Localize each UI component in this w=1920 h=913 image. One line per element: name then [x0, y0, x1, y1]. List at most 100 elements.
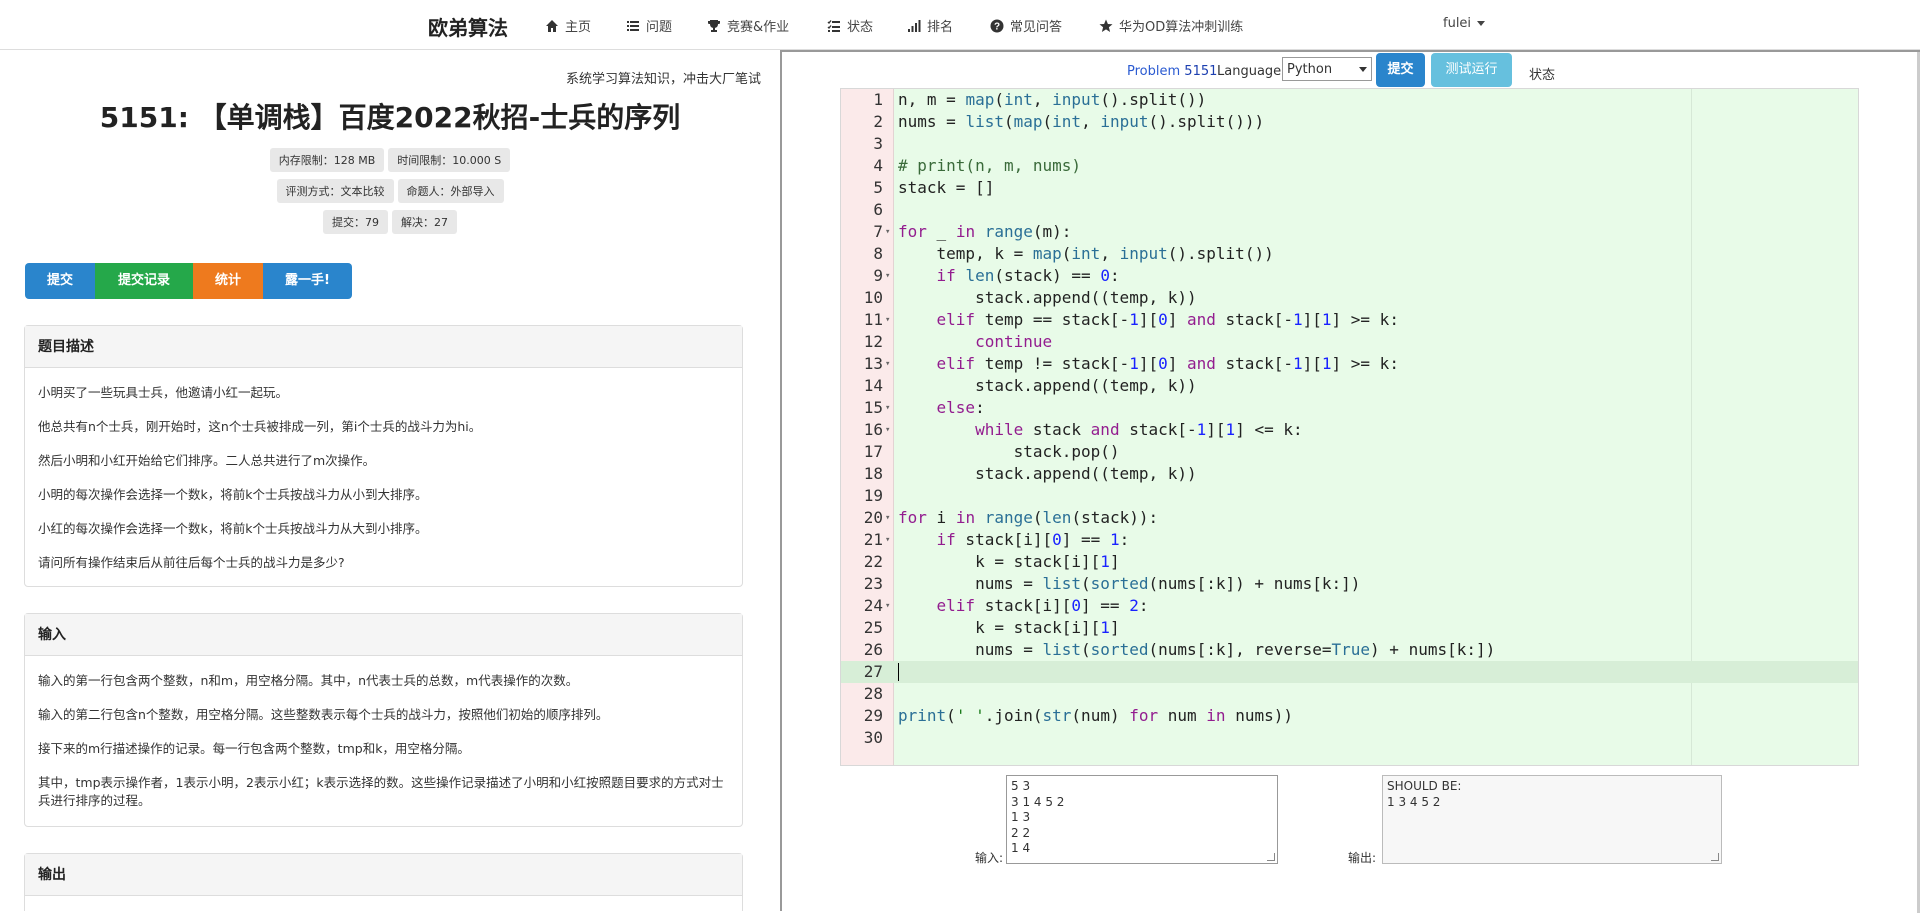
- author-badge: 命题人：外部导入: [397, 179, 504, 203]
- line-number: 8: [873, 244, 883, 263]
- fold-arrow-icon[interactable]: ▾: [885, 353, 890, 375]
- problem-title: 5151: 【单调栈】百度2022秋招-士兵的序列: [99, 101, 681, 134]
- submissions-badge[interactable]: 提交：79: [323, 210, 388, 234]
- code-text: elif temp == stack[-1][0] and stack[-1][…: [936, 310, 1399, 329]
- code-text: nums = list(sorted(nums[:k], reverse=Tru…: [898, 640, 1496, 659]
- line-number: 2: [873, 112, 883, 131]
- fold-arrow-icon[interactable]: ▾: [885, 529, 890, 551]
- input-paragraph: 输入的第二行包含n个整数，用空格分隔。这些整数表示每个士兵的战斗力，按照他们初始…: [38, 707, 609, 722]
- input-paragraph: 其中，tmp表示操作者，1表示小明，2表示小红；k表示选择的数。这些操作记录描述…: [38, 775, 724, 808]
- line-number: 5: [873, 178, 883, 197]
- solved-badge[interactable]: 解决：27: [392, 210, 457, 234]
- code-line[interactable]: 27: [841, 661, 1858, 683]
- output-label: 输出:: [1348, 851, 1377, 865]
- code-line[interactable]: 30: [841, 727, 1858, 749]
- status-list-icon: [827, 19, 840, 32]
- code-line[interactable]: 6: [841, 199, 1858, 221]
- code-line[interactable]: 1 n, m = map(int, input().split()): [841, 89, 1858, 111]
- code-line[interactable]: 9 ▾ if len(stack) == 0:: [841, 265, 1858, 287]
- code-line[interactable]: 20 ▾ for i in range(len(stack)):: [841, 507, 1858, 529]
- fold-arrow-icon[interactable]: ▾: [885, 265, 890, 287]
- user-menu[interactable]: fulei: [1443, 16, 1486, 31]
- language-select[interactable]: Python: [1282, 57, 1372, 81]
- code-line[interactable]: 2 nums = list(map(int, input().split())): [841, 111, 1858, 133]
- top-navbar: 欧弟算法 主页 问题 竞赛&作业 状态 排名 ? 常见问答 华为OD算法冲刺训练…: [0, 0, 1920, 50]
- editor-submit-button[interactable]: 提交: [1376, 53, 1425, 87]
- code-line[interactable]: 21 ▾ if stack[i][0] == 1:: [841, 529, 1858, 551]
- description-paragraph: 然后小明和小红开始给它们排序。二人总共进行了m次操作。: [38, 453, 376, 468]
- nav-ranking[interactable]: 排名: [907, 16, 953, 35]
- code-line[interactable]: 22 k = stack[i][1]: [841, 551, 1858, 573]
- code-line[interactable]: 18 stack.append((temp, k)): [841, 463, 1858, 485]
- code-line[interactable]: 13 ▾ elif temp != stack[-1][0] and stack[…: [841, 353, 1858, 375]
- code-line[interactable]: 8 temp, k = map(int, input().split()): [841, 243, 1858, 265]
- description-paragraph: 小明的每次操作会选择一个数k，将前k个士兵按战斗力从小到大排序。: [38, 487, 428, 502]
- nav-huawei-od[interactable]: 华为OD算法冲刺训练: [1099, 16, 1243, 35]
- nav-status[interactable]: 状态: [827, 16, 873, 35]
- line-number: 21: [863, 530, 883, 549]
- resize-handle-icon[interactable]: [1267, 853, 1275, 861]
- code-editor[interactable]: 1 n, m = map(int, input().split()) 2 nums =…: [840, 88, 1859, 766]
- fold-arrow-icon[interactable]: ▾: [885, 397, 890, 419]
- status-link[interactable]: 状态: [1529, 64, 1555, 83]
- line-number: 6: [873, 200, 883, 219]
- code-line[interactable]: 26 nums = list(sorted(nums[:k], reverse=…: [841, 639, 1858, 661]
- code-line[interactable]: 12 continue: [841, 331, 1858, 353]
- code-text: continue: [975, 332, 1053, 351]
- line-number: 17: [863, 442, 883, 461]
- code-line[interactable]: 15 ▾ else:: [841, 397, 1858, 419]
- code-line[interactable]: 16 ▾ while stack and stack[-1][1] <= k:: [841, 419, 1858, 441]
- brand-logo[interactable]: 欧弟算法: [428, 12, 508, 41]
- code-text: else:: [936, 398, 985, 417]
- line-number: 9: [873, 266, 883, 285]
- resize-handle-icon[interactable]: [1711, 853, 1719, 861]
- input-heading: 输入: [25, 614, 742, 656]
- code-line[interactable]: 17 stack.pop(): [841, 441, 1858, 463]
- code-line[interactable]: 23 nums = list(sorted(nums[:k]) + nums[k…: [841, 573, 1858, 595]
- nav-contests[interactable]: 竞赛&作业: [707, 16, 789, 35]
- code-line[interactable]: 10 stack.append((temp, k)): [841, 287, 1858, 309]
- nav-faq[interactable]: ? 常见问答: [990, 16, 1062, 35]
- code-line[interactable]: 7 ▾ for _ in range(m):: [841, 221, 1858, 243]
- submission-records-button[interactable]: 提交记录: [95, 263, 193, 299]
- line-number: 30: [863, 728, 883, 747]
- fold-arrow-icon[interactable]: ▾: [885, 309, 890, 331]
- code-text: nums = list(sorted(nums[:k]) + nums[k:]): [898, 574, 1361, 593]
- code-line[interactable]: 5 stack = []: [841, 177, 1858, 199]
- fold-arrow-icon[interactable]: ▾: [885, 419, 890, 441]
- description-paragraph: 他总共有n个士兵，刚开始时，这n个士兵被排成一列，第i个士兵的战斗力为hi。: [38, 419, 482, 434]
- fold-arrow-icon[interactable]: ▾: [885, 595, 890, 617]
- code-line[interactable]: 25 k = stack[i][1]: [841, 617, 1858, 639]
- code-line[interactable]: 3: [841, 133, 1858, 155]
- problem-action-buttons: 提交 提交记录 统计 露一手!: [25, 263, 352, 299]
- code-line[interactable]: 11 ▾ elif temp == stack[-1][0] and stack[…: [841, 309, 1858, 331]
- code-line[interactable]: 14 stack.append((temp, k)): [841, 375, 1858, 397]
- line-number: 24: [863, 596, 883, 615]
- code-text: stack.append((temp, k)): [898, 288, 1197, 307]
- code-text: for i in range(len(stack)):: [898, 508, 1159, 527]
- nav-ranking-label: 排名: [927, 20, 954, 35]
- code-line[interactable]: 28: [841, 683, 1858, 705]
- code-line[interactable]: 24 ▾ elif stack[i][0] == 2:: [841, 595, 1858, 617]
- code-text: while stack and stack[-1][1] <= k:: [975, 420, 1303, 439]
- nav-home[interactable]: 主页: [545, 16, 591, 35]
- show-off-button[interactable]: 露一手!: [263, 263, 352, 299]
- code-line[interactable]: 29 print(' '.join(str(num) for num in num…: [841, 705, 1858, 727]
- memory-limit-badge: 内存限制：128 MB: [269, 148, 385, 172]
- line-number: 3: [873, 134, 883, 153]
- marquee-text[interactable]: 系统学习算法知识，冲击大厂笔试: [566, 68, 776, 87]
- fold-arrow-icon[interactable]: ▾: [885, 221, 890, 243]
- statistics-button[interactable]: 统计: [193, 263, 263, 299]
- language-value: Python: [1287, 61, 1333, 77]
- fold-arrow-icon[interactable]: ▾: [885, 507, 890, 529]
- nav-problems[interactable]: 问题: [626, 16, 672, 35]
- test-run-button[interactable]: 测试运行: [1431, 53, 1512, 87]
- code-text: nums = list(map(int, input().split())): [898, 112, 1265, 131]
- code-line[interactable]: 4 # print(n, m, nums): [841, 155, 1858, 177]
- line-number: 19: [863, 486, 883, 505]
- submit-button[interactable]: 提交: [25, 263, 95, 299]
- test-input-textarea[interactable]: 5 3 3 1 4 5 2 1 3 2 2 1 4: [1006, 775, 1278, 864]
- username: fulei: [1443, 16, 1472, 31]
- input-card: 输入 输入的第一行包含两个整数，n和m，用空格分隔。其中，n代表士兵的总数，m代…: [24, 613, 743, 827]
- code-line[interactable]: 19: [841, 485, 1858, 507]
